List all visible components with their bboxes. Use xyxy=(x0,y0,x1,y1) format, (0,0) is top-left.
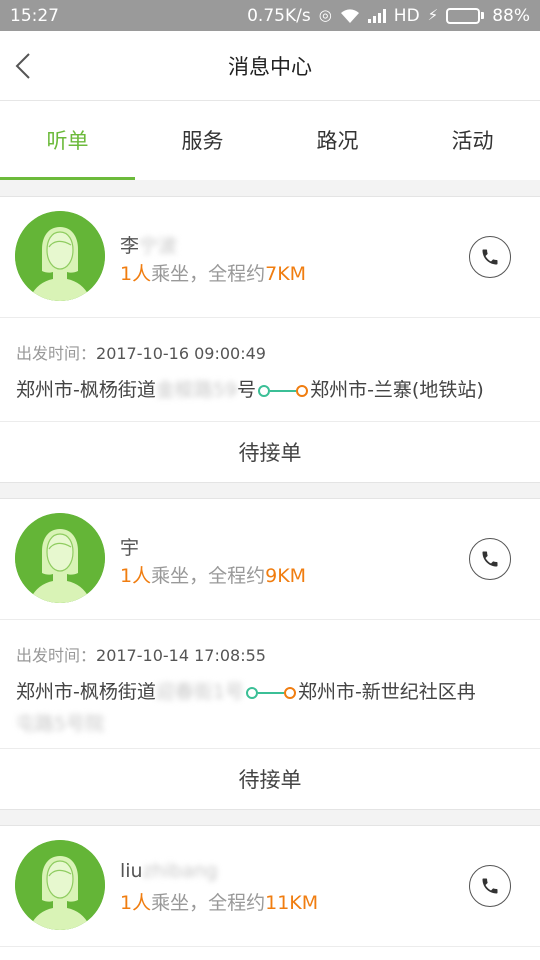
tab-traffic[interactable]: 路况 xyxy=(270,101,405,180)
avatar xyxy=(15,840,105,930)
order-status: 待接单 xyxy=(0,421,540,484)
departure-time: 出发时间：2017-10-14 17:08:55 xyxy=(16,646,266,665)
status-time: 15:27 xyxy=(10,5,59,26)
battery-icon xyxy=(446,7,485,24)
order-card[interactable]: liuzhibang 1人乘坐，全程约11KM xyxy=(0,825,540,960)
trip-summary: 1人乘坐，全程约9KM xyxy=(120,565,307,587)
tab-activities[interactable]: 活动 xyxy=(405,101,540,180)
phone-icon xyxy=(482,878,498,894)
passenger-name: 宇 xyxy=(120,537,140,559)
network-type: HD xyxy=(393,5,420,26)
order-card-header: 李宁波 1人乘坐，全程约7KM xyxy=(0,197,540,318)
tab-listen-orders[interactable]: 听单 xyxy=(0,101,135,180)
passenger-name: 李宁波 xyxy=(120,235,178,257)
status-right: 0.75K/s ◎ HD ⚡ 88% xyxy=(247,6,530,26)
tab-service[interactable]: 服务 xyxy=(135,101,270,180)
call-button[interactable] xyxy=(469,538,511,580)
battery-percent: 88% xyxy=(492,5,530,26)
call-button[interactable] xyxy=(469,865,511,907)
phone-icon xyxy=(482,551,498,567)
alarm-icon: ◎ xyxy=(318,6,332,24)
trip-summary: 1人乘坐，全程约11KM xyxy=(120,892,319,914)
status-bar: 15:27 0.75K/s ◎ HD ⚡ 88% xyxy=(0,0,540,31)
avatar xyxy=(15,211,105,301)
phone-icon xyxy=(482,249,498,265)
avatar xyxy=(15,513,105,603)
network-speed: 0.75K/s xyxy=(247,5,311,26)
page-title: 消息中心 xyxy=(228,55,312,79)
passenger-name: liuzhibang xyxy=(120,860,218,882)
tab-bar: 听单 服务 路况 活动 xyxy=(0,101,540,180)
order-card-header: 宇 1人乘坐，全程约9KM xyxy=(0,499,540,620)
order-card[interactable]: 宇 1人乘坐，全程约9KM 出发时间：2017-10-14 17:08:55 郑… xyxy=(0,498,540,810)
order-card[interactable]: 李宁波 1人乘坐，全程约7KM 出发时间：2017-10-16 09:00:49… xyxy=(0,196,540,483)
signal-icon xyxy=(367,8,386,23)
nav-bar: 消息中心 xyxy=(0,31,540,101)
order-card-body: 出发时间：2017-10-16 09:00:49 郑州市-枫杨街道金梭路59号郑… xyxy=(0,318,540,421)
order-card-header: liuzhibang 1人乘坐，全程约11KM xyxy=(0,826,540,947)
wifi-icon xyxy=(340,8,359,23)
route: 郑州市-枫杨街道金梭路59号 郑州市-兰寨(地铁站) xyxy=(16,379,484,401)
order-card-body: 出发时间：2017-10-14 17:08:55 郑州市-枫杨街道迎春街1号 郑州… xyxy=(0,620,540,748)
call-button[interactable] xyxy=(469,236,511,278)
route-line-icon xyxy=(258,384,309,398)
departure-time: 出发时间：2017-10-16 09:00:49 xyxy=(16,344,266,363)
order-status: 待接单 xyxy=(0,748,540,811)
route: 郑州市-枫杨街道迎春街1号 郑州市-新世纪社区冉 屯路5号院 xyxy=(16,681,476,735)
route-line-icon xyxy=(245,686,296,700)
charging-icon: ⚡ xyxy=(427,6,439,24)
trip-summary: 1人乘坐，全程约7KM xyxy=(120,263,307,285)
